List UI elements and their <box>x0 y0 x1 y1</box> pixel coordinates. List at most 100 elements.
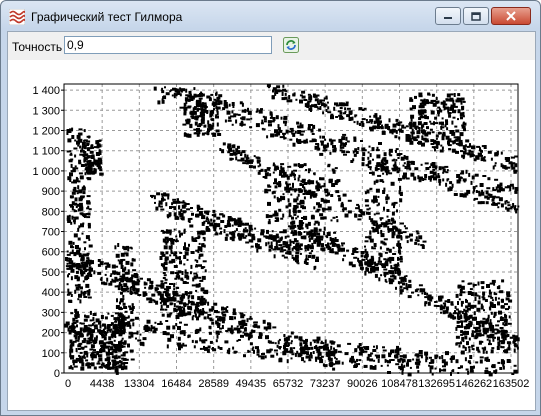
data-point <box>357 218 362 221</box>
data-point <box>384 278 387 282</box>
data-point <box>343 254 346 257</box>
data-point <box>178 201 183 204</box>
data-point <box>109 275 112 277</box>
data-point <box>392 225 397 230</box>
data-point <box>362 211 366 216</box>
data-point <box>237 224 242 227</box>
data-point <box>201 266 206 269</box>
data-point <box>272 164 276 167</box>
data-point <box>94 327 99 330</box>
data-point <box>365 251 369 256</box>
data-point <box>155 284 159 287</box>
data-point <box>77 132 81 135</box>
data-point <box>73 360 78 364</box>
data-point <box>176 273 180 276</box>
data-point <box>315 357 318 362</box>
data-point <box>374 199 378 202</box>
data-point <box>202 260 207 263</box>
minimize-button[interactable] <box>435 7 461 25</box>
data-point <box>365 204 370 207</box>
data-point <box>485 201 489 205</box>
data-point <box>165 242 168 245</box>
data-point <box>117 287 121 291</box>
data-point <box>74 139 77 142</box>
data-point <box>239 312 244 315</box>
data-point <box>320 140 325 143</box>
data-point <box>173 307 177 312</box>
data-point <box>216 122 219 127</box>
data-point <box>322 149 326 152</box>
data-point <box>218 94 223 98</box>
data-point <box>323 226 326 231</box>
data-point <box>79 299 82 304</box>
data-point <box>119 314 124 317</box>
data-point <box>182 123 187 126</box>
data-point <box>380 274 383 277</box>
data-point <box>396 228 399 232</box>
data-point <box>383 187 386 192</box>
data-point <box>258 109 263 114</box>
data-point <box>294 335 299 339</box>
data-point <box>290 188 295 191</box>
data-point <box>88 337 93 342</box>
data-point <box>441 136 445 141</box>
data-point <box>490 157 493 161</box>
data-point <box>276 196 279 200</box>
data-point <box>216 321 219 324</box>
data-point <box>192 315 195 317</box>
data-point <box>462 345 465 348</box>
close-button[interactable] <box>491 7 531 25</box>
data-point <box>491 347 495 350</box>
data-point <box>395 354 398 357</box>
data-point <box>420 99 423 102</box>
data-point <box>80 223 84 228</box>
data-point <box>274 217 279 220</box>
data-point <box>462 331 466 336</box>
data-point <box>268 245 273 249</box>
y-tick-label: 1 400 <box>32 85 60 97</box>
x-tick-label: 65732 <box>273 378 304 390</box>
data-point <box>384 271 389 275</box>
data-point <box>503 318 507 323</box>
data-point <box>286 359 289 364</box>
data-point <box>131 303 134 307</box>
data-point <box>134 276 139 279</box>
maximize-button[interactable] <box>463 7 489 25</box>
data-point <box>365 236 370 239</box>
data-point <box>402 282 405 286</box>
data-point <box>278 208 282 212</box>
data-point <box>505 160 510 162</box>
title-bar[interactable]: Графический тест Гилмора <box>1 1 540 31</box>
data-point <box>70 163 73 168</box>
data-point <box>264 172 269 177</box>
data-point <box>191 339 194 343</box>
data-point <box>79 351 83 354</box>
data-point <box>256 157 261 160</box>
data-point <box>91 154 95 157</box>
data-point <box>146 278 151 282</box>
data-point <box>501 335 506 339</box>
data-point <box>181 271 184 275</box>
data-point <box>396 235 399 238</box>
data-point <box>510 206 514 209</box>
precision-input[interactable] <box>64 36 272 54</box>
refresh-icon[interactable] <box>283 37 299 53</box>
data-point <box>83 354 86 358</box>
data-point <box>68 159 73 163</box>
data-point <box>335 216 338 218</box>
data-point <box>170 244 173 249</box>
data-point <box>351 264 356 268</box>
data-point <box>190 306 193 311</box>
data-point <box>75 348 78 352</box>
data-point <box>107 348 112 351</box>
data-point <box>434 148 436 152</box>
data-point <box>100 315 104 319</box>
data-point <box>497 320 500 323</box>
data-point <box>389 154 393 157</box>
data-point <box>334 180 339 184</box>
data-point <box>373 261 377 265</box>
data-point <box>188 219 191 223</box>
data-point <box>106 345 111 348</box>
data-point <box>175 216 178 219</box>
data-point <box>178 205 180 210</box>
